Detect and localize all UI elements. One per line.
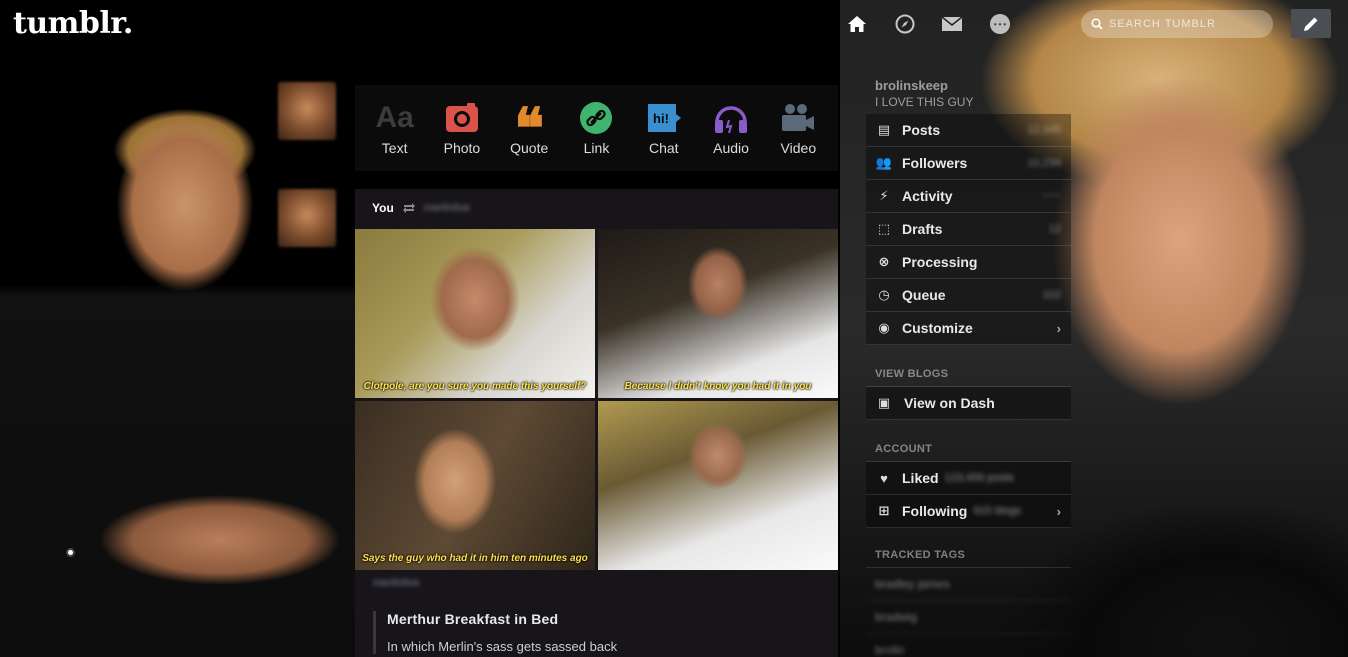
photoset-image-4[interactable] [598,401,838,570]
svg-text:hi!: hi! [653,111,669,126]
sidebar-blog-header[interactable]: brolinskeep I LOVE THIS GUY [866,78,1071,114]
post-body: merlinlive Merthur Breakfast in Bed In w… [355,577,838,654]
activity-bolt-icon: ⚡ [879,188,889,203]
view-blogs-heading: VIEW BLOGS [866,345,1071,387]
chevron-right-icon: › [1056,320,1061,336]
sidebar-item-activity[interactable]: ⚡ Activity ~~~ [866,180,1071,213]
queue-clock-icon: ◷ [878,287,890,302]
top-header: tumblr. ••• [0,0,1348,55]
sidebar-item-drafts[interactable]: ⬚ Drafts 12 [866,213,1071,246]
heart-icon: ♥ [880,470,888,486]
sidebar-item-posts[interactable]: ▤ Posts 12,345 [866,114,1071,147]
compose-button[interactable] [1291,9,1331,38]
blog-name: brolinskeep [875,78,948,93]
blog-sidebar: brolinskeep I LOVE THIS GUY ▤ Posts 12,3… [866,78,1071,657]
post-source[interactable]: merlinlive [373,577,838,597]
post-type-bar: Aa Text Photo ❝ Quote Link hi! Chat Audi… [355,85,838,171]
text-aa-icon: Aa [375,101,414,134]
photoset-image-3[interactable]: Says the guy who had it in him ten minut… [355,401,595,570]
photo-caption: Because I didn't know you had it in you [624,381,812,392]
post-type-chat[interactable]: hi! Chat [634,100,694,156]
search-bar[interactable] [1081,10,1273,38]
photoset-image-2[interactable]: Because I didn't know you had it in you [598,229,838,398]
post-type-quote[interactable]: ❝ Quote [499,96,559,162]
reblogged-from[interactable]: merlinlive [424,202,470,214]
processing-icon: ⊗ [878,254,890,269]
tumblr-logo[interactable]: tumblr. [13,6,133,41]
tracked-tag-item[interactable]: brolin [866,634,1071,657]
pencil-icon [1304,17,1318,31]
sidebar-item-following[interactable]: ⊞ Following 915 blogs › [866,495,1071,528]
post-description: In which Merlin's sass gets sassed back [387,639,618,654]
home-icon[interactable] [845,12,869,36]
search-icon [1091,18,1103,30]
background-photo-left-arms [60,450,360,657]
post-author[interactable]: You [372,201,394,215]
post-quote-block: Merthur Breakfast in Bed In which Merlin… [373,611,838,654]
quote-marks-icon: ❝ [514,96,545,162]
dashboard-avatar[interactable] [278,82,336,140]
chevron-right-icon: › [1056,503,1061,519]
sidebar-item-liked[interactable]: ♥ Liked 123,456 posts [866,462,1071,495]
headphones-icon [711,100,751,136]
posts-icon: ▤ [877,122,891,137]
sidebar-item-queue[interactable]: ◷ Queue 102 [866,279,1071,312]
dashboard-view-icon: ▣ [877,395,891,410]
reblog-icon [402,203,415,213]
tracked-tag-item[interactable]: bradley james [866,568,1071,601]
blog-title: I LOVE THIS GUY [875,95,974,109]
explore-compass-icon[interactable] [893,12,917,36]
sidebar-item-view-on-dash[interactable]: ▣ View on Dash [866,387,1071,420]
search-input[interactable] [1109,18,1259,30]
post-type-photo[interactable]: Photo [432,100,492,156]
link-icon [576,100,616,136]
sidebar-item-processing[interactable]: ⊗ Processing [866,246,1071,279]
post-title: Merthur Breakfast in Bed [387,611,559,627]
drafts-icon: ⬚ [877,221,891,236]
post-header: You merlinlive [355,189,838,227]
post-author-avatar[interactable] [278,189,336,247]
photoset-image-1[interactable]: Clotpole, are you sure you made this you… [355,229,595,398]
sidebar-item-followers[interactable]: 👥 Followers 10,234 [866,147,1071,180]
tracked-tag-item[interactable]: bradwig [866,601,1071,634]
post-type-link[interactable]: Link [566,100,626,156]
camera-icon [442,100,482,136]
chat-bubble-icon: hi! [644,100,684,136]
video-camera-icon [778,100,818,136]
photo-caption: Says the guy who had it in him ten minut… [362,553,588,564]
svg-text:•••: ••• [993,21,1007,30]
post-type-text[interactable]: Aa Text [365,100,425,156]
photo-caption: Clotpole, are you sure you made this you… [363,381,587,392]
account-heading: ACCOUNT [866,420,1071,462]
followers-icon: 👥 [875,155,893,170]
scroll-indicator-dot[interactable] [66,548,75,557]
post-type-video[interactable]: Video [768,100,828,156]
eye-icon: ◉ [878,320,890,335]
tracked-tags-heading: TRACKED TAGS [866,528,1071,568]
messaging-icon[interactable]: ••• [988,12,1012,36]
post-type-audio[interactable]: Audio [701,100,761,156]
following-icon: ⊞ [878,503,890,518]
sidebar-item-customize[interactable]: ◉ Customize › [866,312,1071,345]
inbox-envelope-icon[interactable] [940,12,964,36]
dashboard-post: You merlinlive Clotpole, are you sure yo… [355,189,838,657]
